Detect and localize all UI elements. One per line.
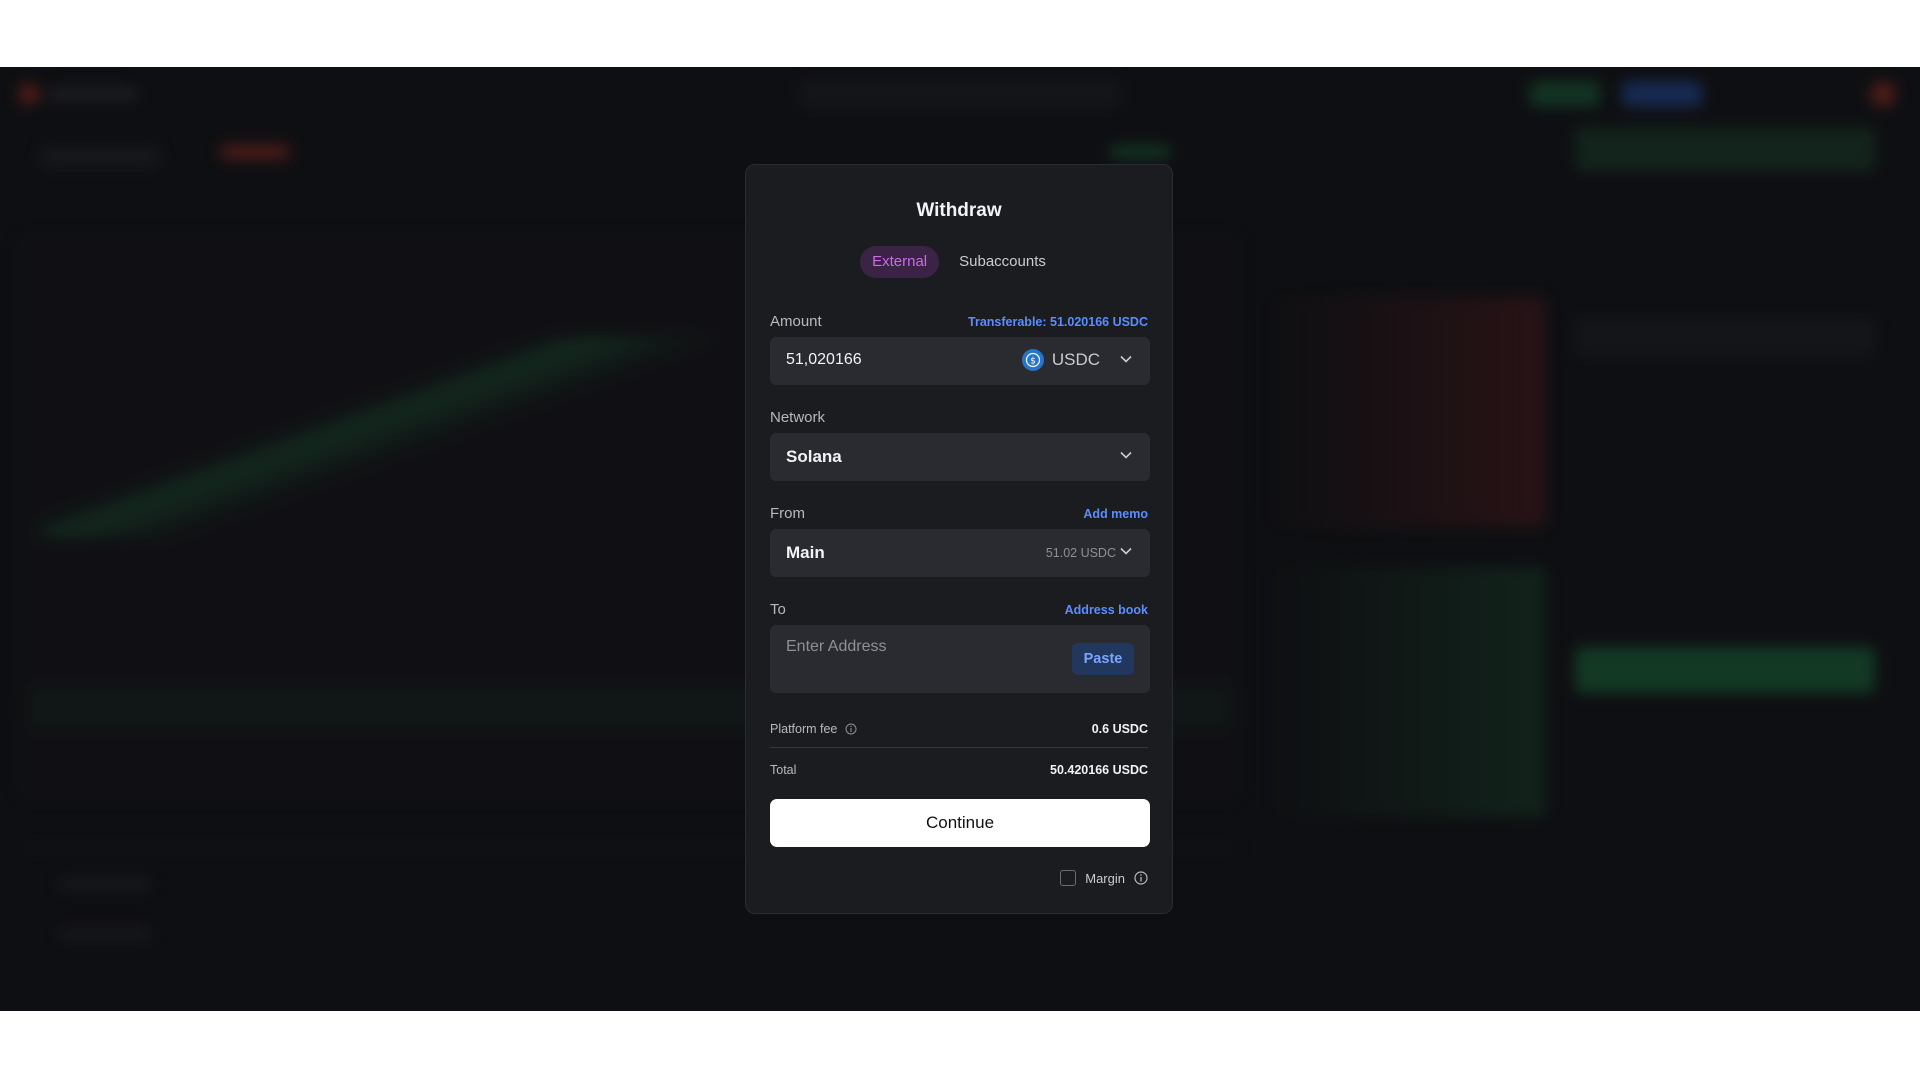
platform-fee-label: Platform fee <box>770 722 838 736</box>
margin-label: Margin <box>1085 870 1125 886</box>
total-row: Total 50.420166 USDC <box>770 763 1148 777</box>
info-icon[interactable] <box>845 723 857 735</box>
total-value: 50.420166 USDC <box>1050 763 1148 777</box>
from-label: From <box>770 505 805 522</box>
amount-label: Amount <box>770 313 822 330</box>
divider <box>770 747 1148 748</box>
withdraw-modal: Withdraw External Subaccounts Amount Tra… <box>745 164 1173 914</box>
transferable-link[interactable]: Transferable: 51.020166 USDC <box>968 315 1148 329</box>
chevron-down-icon[interactable] <box>1120 353 1132 365</box>
modal-title: Withdraw <box>916 200 1002 221</box>
app-frame: Withdraw External Subaccounts Amount Tra… <box>0 67 1920 1011</box>
tab-subaccounts[interactable]: Subaccounts <box>947 246 1058 278</box>
continue-button[interactable]: Continue <box>770 799 1150 847</box>
address-book-link[interactable]: Address book <box>1065 603 1148 617</box>
info-icon[interactable] <box>1134 871 1148 885</box>
from-select[interactable]: Main 51.02 USDC <box>770 529 1150 577</box>
token-label: USDC <box>1051 350 1100 369</box>
paste-button[interactable]: Paste <box>1072 643 1134 675</box>
network-select[interactable]: Solana <box>770 433 1150 481</box>
margin-toggle[interactable]: Margin <box>1060 870 1148 886</box>
usdc-coin-icon: $ <box>1021 349 1044 371</box>
svg-text:$: $ <box>1030 357 1036 367</box>
withdraw-tabs: External Subaccounts <box>746 246 1172 278</box>
total-label: Total <box>770 763 797 777</box>
to-label: To <box>770 601 786 618</box>
token-selector[interactable]: $ USDC <box>1021 349 1100 371</box>
from-value: Main <box>786 543 825 562</box>
amount-value[interactable]: 51,020166 <box>786 351 862 369</box>
network-value: Solana <box>786 447 842 466</box>
margin-checkbox[interactable] <box>1060 870 1077 886</box>
address-placeholder[interactable]: Enter Address <box>786 638 887 656</box>
from-balance: 51.02 USDC <box>1045 546 1116 560</box>
address-input[interactable]: Enter Address Paste <box>770 625 1150 693</box>
amount-field[interactable]: 51,020166 $ USDC <box>770 337 1150 385</box>
network-label: Network <box>770 409 826 426</box>
chevron-down-icon[interactable] <box>1120 449 1132 461</box>
platform-fee-row: Platform fee 0.6 USDC <box>770 722 1148 736</box>
tab-external[interactable]: External <box>860 246 940 278</box>
add-memo-link[interactable]: Add memo <box>1083 507 1148 521</box>
chevron-down-icon[interactable] <box>1120 545 1132 557</box>
platform-fee-value: 0.6 USDC <box>1091 722 1148 736</box>
